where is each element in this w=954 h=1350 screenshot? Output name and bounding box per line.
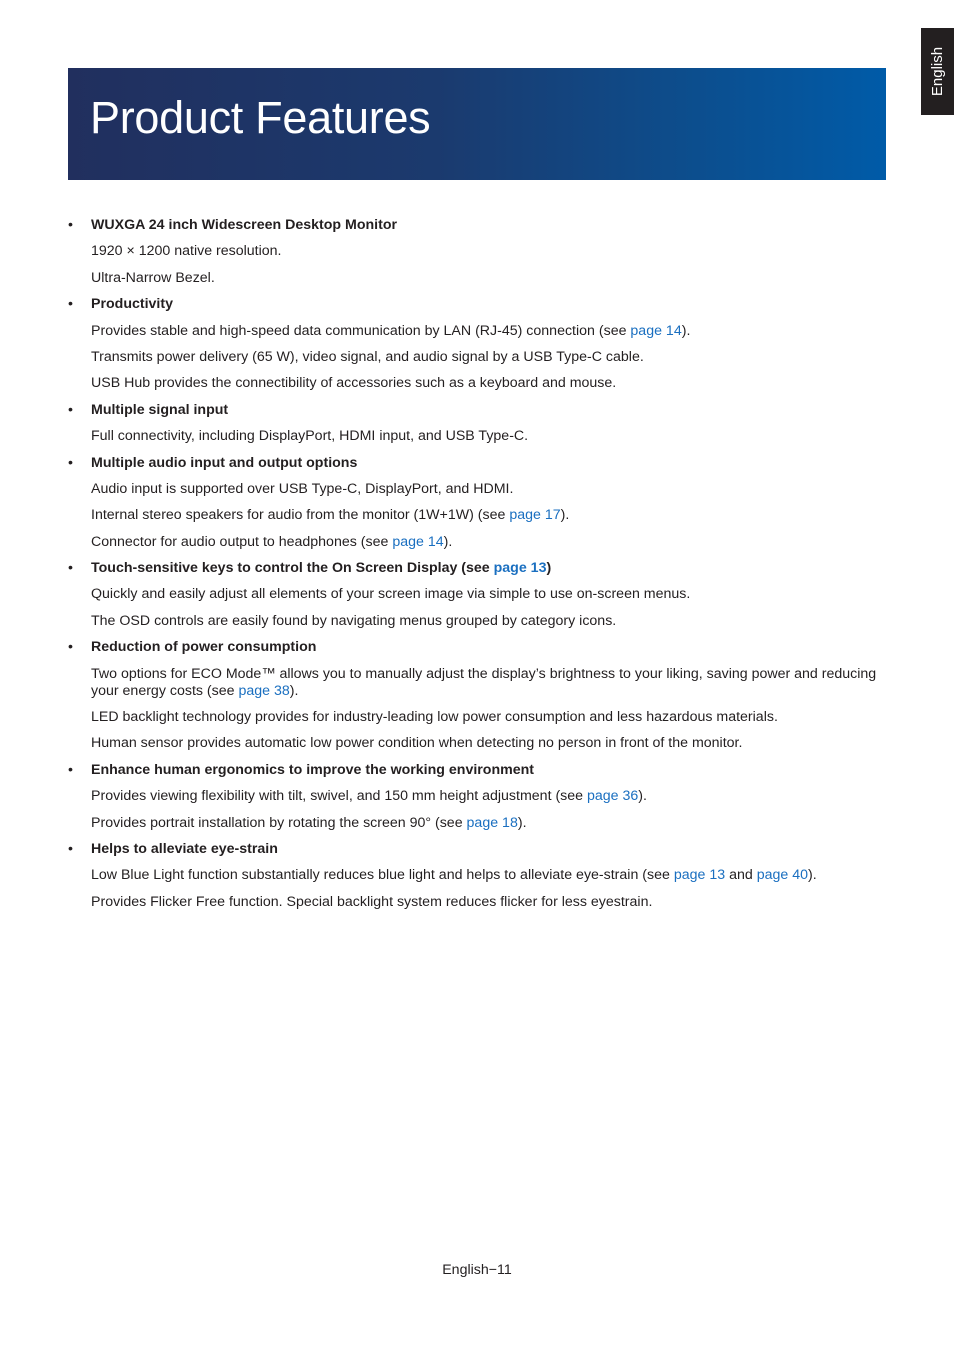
bullet-icon: • — [68, 560, 73, 577]
page-link[interactable]: page 17 — [509, 507, 560, 523]
feature-description: Low Blue Light function substantially re… — [91, 867, 817, 884]
page-link[interactable]: page 14 — [630, 323, 681, 339]
feature-description: Human sensor provides automatic low powe… — [91, 735, 743, 752]
language-tab-label: English — [929, 46, 947, 97]
bullet-icon: • — [68, 296, 73, 313]
page-link[interactable]: page 13 — [674, 867, 725, 883]
feature-item: • Touch-sensitive keys to control the On … — [68, 560, 888, 630]
feature-description: Provides portrait installation by rotati… — [91, 814, 527, 831]
feature-description: Quickly and easily adjust all elements o… — [91, 586, 691, 603]
feature-description: Ultra-Narrow Bezel. — [91, 269, 215, 286]
feature-description: Transmits power delivery (65 W), video s… — [91, 348, 644, 365]
bullet-icon: • — [68, 454, 73, 471]
title-banner: Product Features — [68, 68, 886, 180]
page-link[interactable]: page 18 — [467, 815, 518, 831]
feature-item: • Multiple signal input Full connectivity… — [68, 402, 888, 445]
features-list: • WUXGA 24 inch Widescreen Desktop Monito… — [68, 217, 888, 920]
bullet-icon: • — [68, 639, 73, 656]
feature-description: Internal stereo speakers for audio from … — [91, 507, 570, 524]
feature-description: LED backlight technology provides for in… — [91, 709, 778, 726]
feature-title: WUXGA 24 inch Widescreen Desktop Monitor — [91, 217, 398, 233]
bullet-icon: • — [68, 217, 73, 233]
feature-title: Touch-sensitive keys to control the On S… — [91, 560, 552, 577]
feature-description: Provides Flicker Free function. Special … — [91, 893, 653, 910]
feature-title: Multiple audio input and output options — [91, 454, 358, 471]
feature-description: 1920 × 1200 native resolution. — [91, 243, 282, 260]
page-title: Product Features — [90, 92, 431, 143]
page-link[interactable]: page 13 — [494, 560, 547, 576]
feature-description: USB Hub provides the connectibility of a… — [91, 375, 617, 392]
language-tab[interactable]: English — [921, 28, 954, 115]
feature-item: • Reduction of power consumption Two opti… — [68, 639, 888, 752]
page-number: English−11 — [442, 1262, 512, 1278]
page-link[interactable]: page 14 — [392, 534, 443, 550]
feature-title: Helps to alleviate eye-strain — [91, 840, 278, 857]
feature-title: Multiple signal input — [91, 401, 229, 418]
feature-description: Two options for ECO Mode™ allows you to … — [91, 665, 877, 699]
feature-title: Productivity — [91, 296, 173, 313]
feature-description: The OSD controls are easily found by nav… — [91, 612, 617, 629]
feature-description: Full connectivity, including DisplayPort… — [91, 428, 529, 445]
feature-description: Provides stable and high-speed data comm… — [91, 322, 691, 339]
page-link[interactable]: page 38 — [238, 683, 289, 699]
feature-title: Reduction of power consumption — [91, 639, 317, 656]
feature-item: • WUXGA 24 inch Widescreen Desktop Monito… — [68, 217, 888, 287]
bullet-icon: • — [68, 840, 73, 857]
feature-title: Enhance human ergonomics to improve the … — [91, 761, 535, 778]
page-link[interactable]: page 40 — [757, 867, 808, 883]
bullet-icon: • — [68, 401, 73, 418]
bullet-icon: • — [68, 761, 73, 778]
feature-item: • Helps to alleviate eye-strain Low Blue … — [68, 841, 888, 911]
feature-description: Connector for audio output to headphones… — [91, 533, 453, 550]
feature-description: Audio input is supported over USB Type-C… — [91, 480, 514, 497]
feature-item: • Enhance human ergonomics to improve the… — [68, 762, 888, 832]
feature-item: • Productivity Provides stable and high-s… — [68, 296, 888, 392]
page-link[interactable]: page 36 — [587, 788, 638, 804]
feature-description: Provides viewing flexibility with tilt, … — [91, 788, 647, 805]
feature-item: • Multiple audio input and output options… — [68, 455, 888, 551]
